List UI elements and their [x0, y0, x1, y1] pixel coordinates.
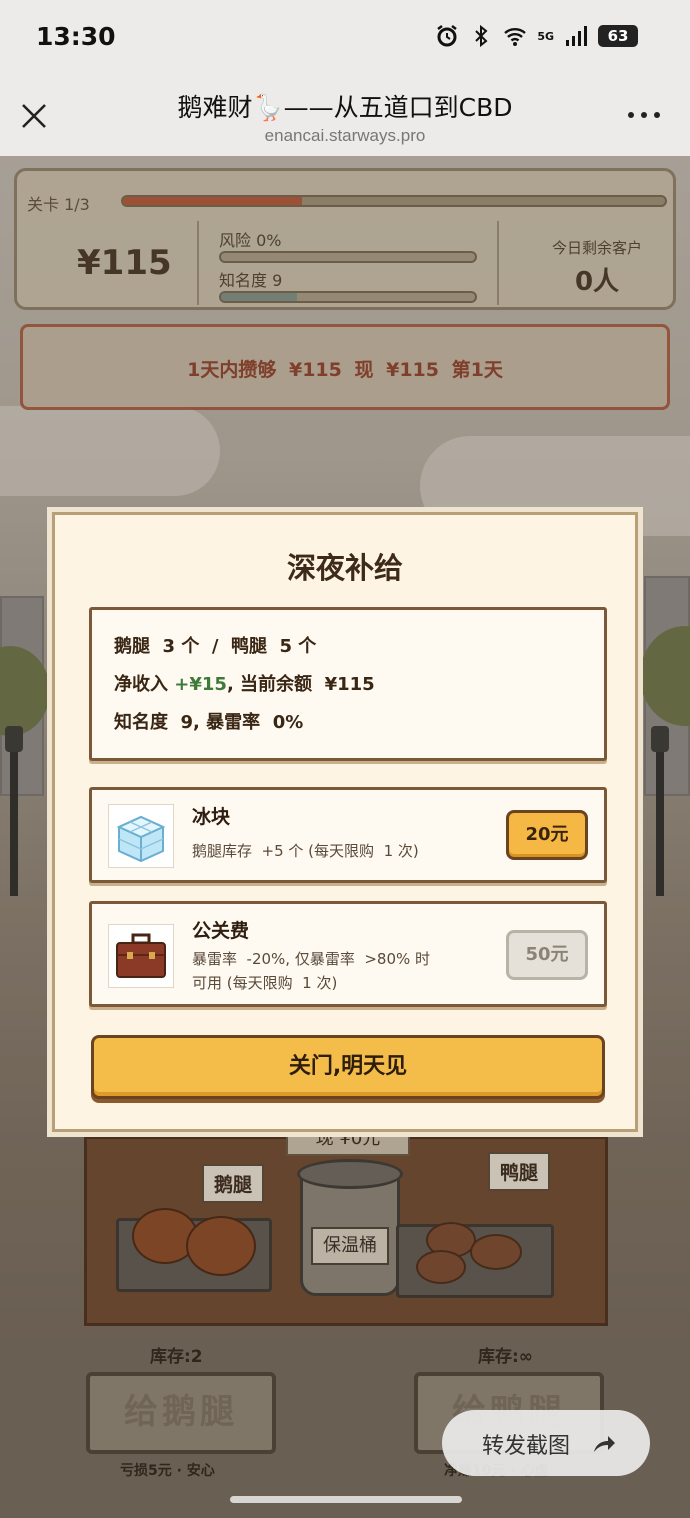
status-bar: 13:30 5G 63: [0, 0, 690, 76]
signal-icon: [566, 26, 587, 46]
buy-pr-button[interactable]: 50元: [506, 930, 588, 980]
item-description: 暴雷率 -20%, 仅暴雷率 >80% 时: [192, 950, 431, 968]
share-label: 转发截图: [482, 1434, 571, 1459]
alarm-icon: [437, 25, 458, 47]
status-icons: 5G 63: [435, 24, 638, 48]
shop-item-ice: 冰块 鹅腿库存 +5 个 (每天限购 1 次) 20元: [89, 787, 607, 883]
item-description-cont: 可用 (每天限购 1 次): [192, 974, 338, 992]
game-canvas: 关卡 1/3 ¥115 风险 0% 知名度 9 今日剩余客户 0人 1天内攒够 …: [0, 156, 690, 1518]
browser-header: 鹅难财🪿——从五道口到CBD enancai.starways.pro: [0, 76, 690, 156]
page-title: 鹅难财🪿——从五道口到CBD: [177, 93, 513, 122]
day-summary-box: 鹅腿 3 个 / 鸭腿 5 个 净收入 +¥15, 当前余额 ¥115 知名度 …: [89, 607, 607, 761]
item-name: 公关费: [192, 920, 250, 942]
ice-cube-image: [116, 815, 166, 863]
battery-indicator: 63: [598, 25, 638, 47]
briefcase-image: [116, 933, 166, 978]
balance-text: , 当前余额 ¥115: [226, 674, 375, 695]
income-label: 净收入: [114, 674, 175, 695]
item-name: 冰块: [192, 806, 231, 828]
item-description: 鹅腿库存 +5 个 (每天限购 1 次): [192, 842, 419, 860]
shop-item-pr: 公关费 暴雷率 -20%, 仅暴雷率 >80% 时 可用 (每天限购 1 次) …: [89, 901, 607, 1007]
status-time: 13:30: [36, 22, 116, 51]
night-supply-dialog: 深夜补给 鹅腿 3 个 / 鸭腿 5 个 净收入 +¥15, 当前余额 ¥115…: [52, 512, 638, 1132]
summary-income: 净收入 +¥15, 当前余额 ¥115: [114, 670, 375, 696]
forward-arrow-icon: [594, 1436, 615, 1452]
ice-cube-icon: [108, 804, 174, 868]
more-dot-icon: [628, 112, 634, 118]
home-indicator: [230, 1496, 462, 1503]
summary-stats: 知名度 9, 暴雷率 0%: [114, 712, 304, 733]
income-value: +¥15: [174, 674, 227, 695]
dialog-title: 深夜补给: [286, 551, 403, 585]
wifi-icon: [504, 28, 527, 46]
more-dot-icon: [654, 112, 660, 118]
bluetooth-icon: [475, 24, 488, 48]
share-screenshot-button[interactable]: 转发截图: [442, 1410, 650, 1476]
briefcase-icon: [108, 924, 174, 988]
network-type: 5G: [537, 29, 554, 43]
more-menu-button[interactable]: [628, 112, 660, 118]
buy-ice-button[interactable]: 20元: [506, 810, 588, 860]
close-shop-button[interactable]: 关门,明天见: [91, 1035, 605, 1099]
more-dot-icon: [641, 112, 647, 118]
summary-inventory: 鹅腿 3 个 / 鸭腿 5 个: [114, 636, 317, 657]
page-url: enancai.starways.pro: [264, 126, 426, 145]
